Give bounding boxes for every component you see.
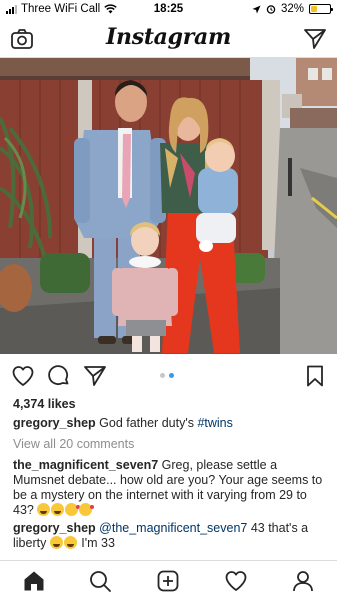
caption-hashtag[interactable]: #twins [197,416,232,430]
comment-username[interactable]: gregory_shep [13,521,96,535]
caption-username[interactable]: gregory_shep [13,416,96,430]
comment-username[interactable]: the_magnificent_seven7 [13,458,158,472]
comment: the_magnificent_seven7 Greg, please sett… [13,458,325,518]
comment-icon[interactable] [47,364,71,388]
post-actions [0,362,337,390]
family-photo-illustration [0,58,337,354]
instagram-logo: Instagram [106,24,231,50]
comment-text-end: I'm 33 [77,536,115,550]
carousel-dot [160,373,165,378]
carousel-dot [169,373,174,378]
status-bar: Three WiFi Call 18:25 32% [0,0,337,20]
comment: gregory_shep @the_magnificent_seven7 43 … [13,521,325,551]
post-caption: gregory_shep God father duty's #twins [13,416,325,431]
laughing-emoji-icon [37,503,51,516]
laughing-emoji-icon [49,536,63,549]
comment-mention[interactable]: @the_magnificent_seven7 [99,521,247,535]
kissing-emoji-icon [79,503,95,516]
caption-text: God father duty's [99,416,198,430]
search-icon[interactable] [88,569,112,593]
post-photo[interactable] [0,58,337,354]
likes-count[interactable]: 4,374 likes [13,397,76,411]
alarm-icon [266,5,276,14]
carousel-indicator [160,373,174,378]
battery-icon [309,4,333,14]
activity-icon[interactable] [224,569,248,593]
profile-icon[interactable] [291,569,315,593]
battery-fill [311,6,317,12]
laughing-emoji-icon [63,536,77,549]
new-post-icon[interactable] [156,569,180,593]
view-all-comments-link[interactable]: View all 20 comments [13,437,134,451]
status-right: 32% [252,3,333,15]
app-header: Instagram [0,20,337,58]
kissing-emoji-icon [65,503,81,516]
like-heart-icon[interactable] [11,364,35,388]
direct-message-icon[interactable] [303,27,327,51]
laughing-emoji-icon [51,503,65,516]
bookmark-icon[interactable] [303,364,327,388]
home-icon[interactable] [22,569,46,593]
share-icon[interactable] [83,364,107,388]
bottom-tab-bar [0,560,337,600]
location-arrow-icon [252,4,261,14]
battery-percent: 32% [280,3,304,15]
